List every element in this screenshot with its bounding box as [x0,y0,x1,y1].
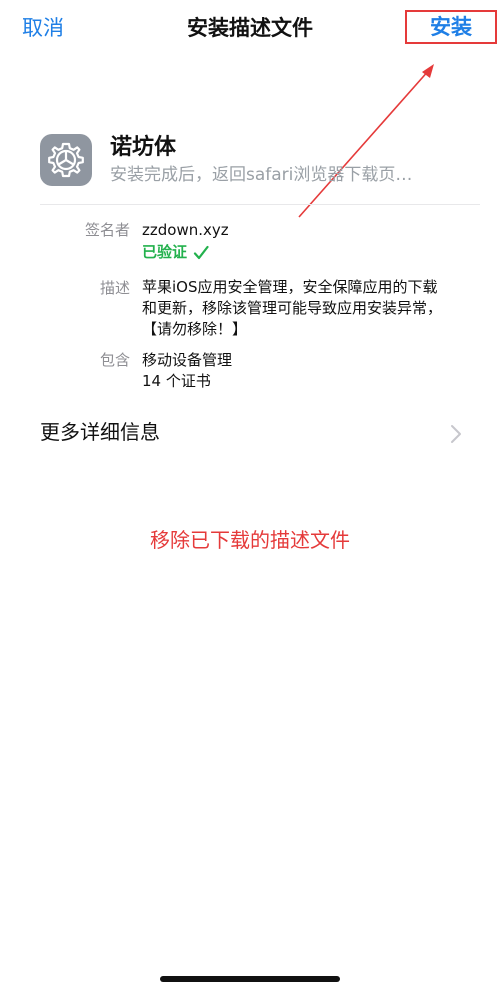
profile-subtitle: 安装完成后，返回safari浏览器下载页… [110,165,413,185]
contains-line: 14 个证书 [142,372,211,390]
home-indicator [160,976,340,982]
verified-status: 已验证 [142,242,462,263]
section-divider [40,204,480,205]
signer-value: zzdown.xyz [142,221,229,239]
settings-gear-icon [40,134,92,186]
signer-label: 签名者 [84,221,130,239]
checkmark-icon [193,245,209,259]
more-details-row[interactable]: 更多详细信息 [40,418,480,448]
profile-header: 诺坊体 安装完成后，返回safari浏览器下载页… [40,131,480,195]
more-details-label: 更多详细信息 [40,420,160,444]
description-label: 描述 [99,279,130,297]
contains-line: 移动设备管理 [142,351,233,369]
description-line: 【请勿移除！】 [142,320,248,338]
contains-label: 包含 [99,351,130,369]
cancel-button[interactable]: 取消 [22,14,64,42]
chevron-right-icon [451,425,461,443]
install-button[interactable]: 安装 [405,10,497,44]
description-line: 苹果iOS应用安全管理，安全保障应用的下载 [142,278,438,296]
profile-name: 诺坊体 [110,135,177,160]
navigation-bar: 取消 安装描述文件 安装 [0,0,500,56]
verified-label: 已验证 [142,243,188,261]
description-line: 和更新，移除该管理可能导致应用安装异常， [142,299,443,317]
remove-profile-button[interactable]: 移除已下载的描述文件 [0,526,500,554]
